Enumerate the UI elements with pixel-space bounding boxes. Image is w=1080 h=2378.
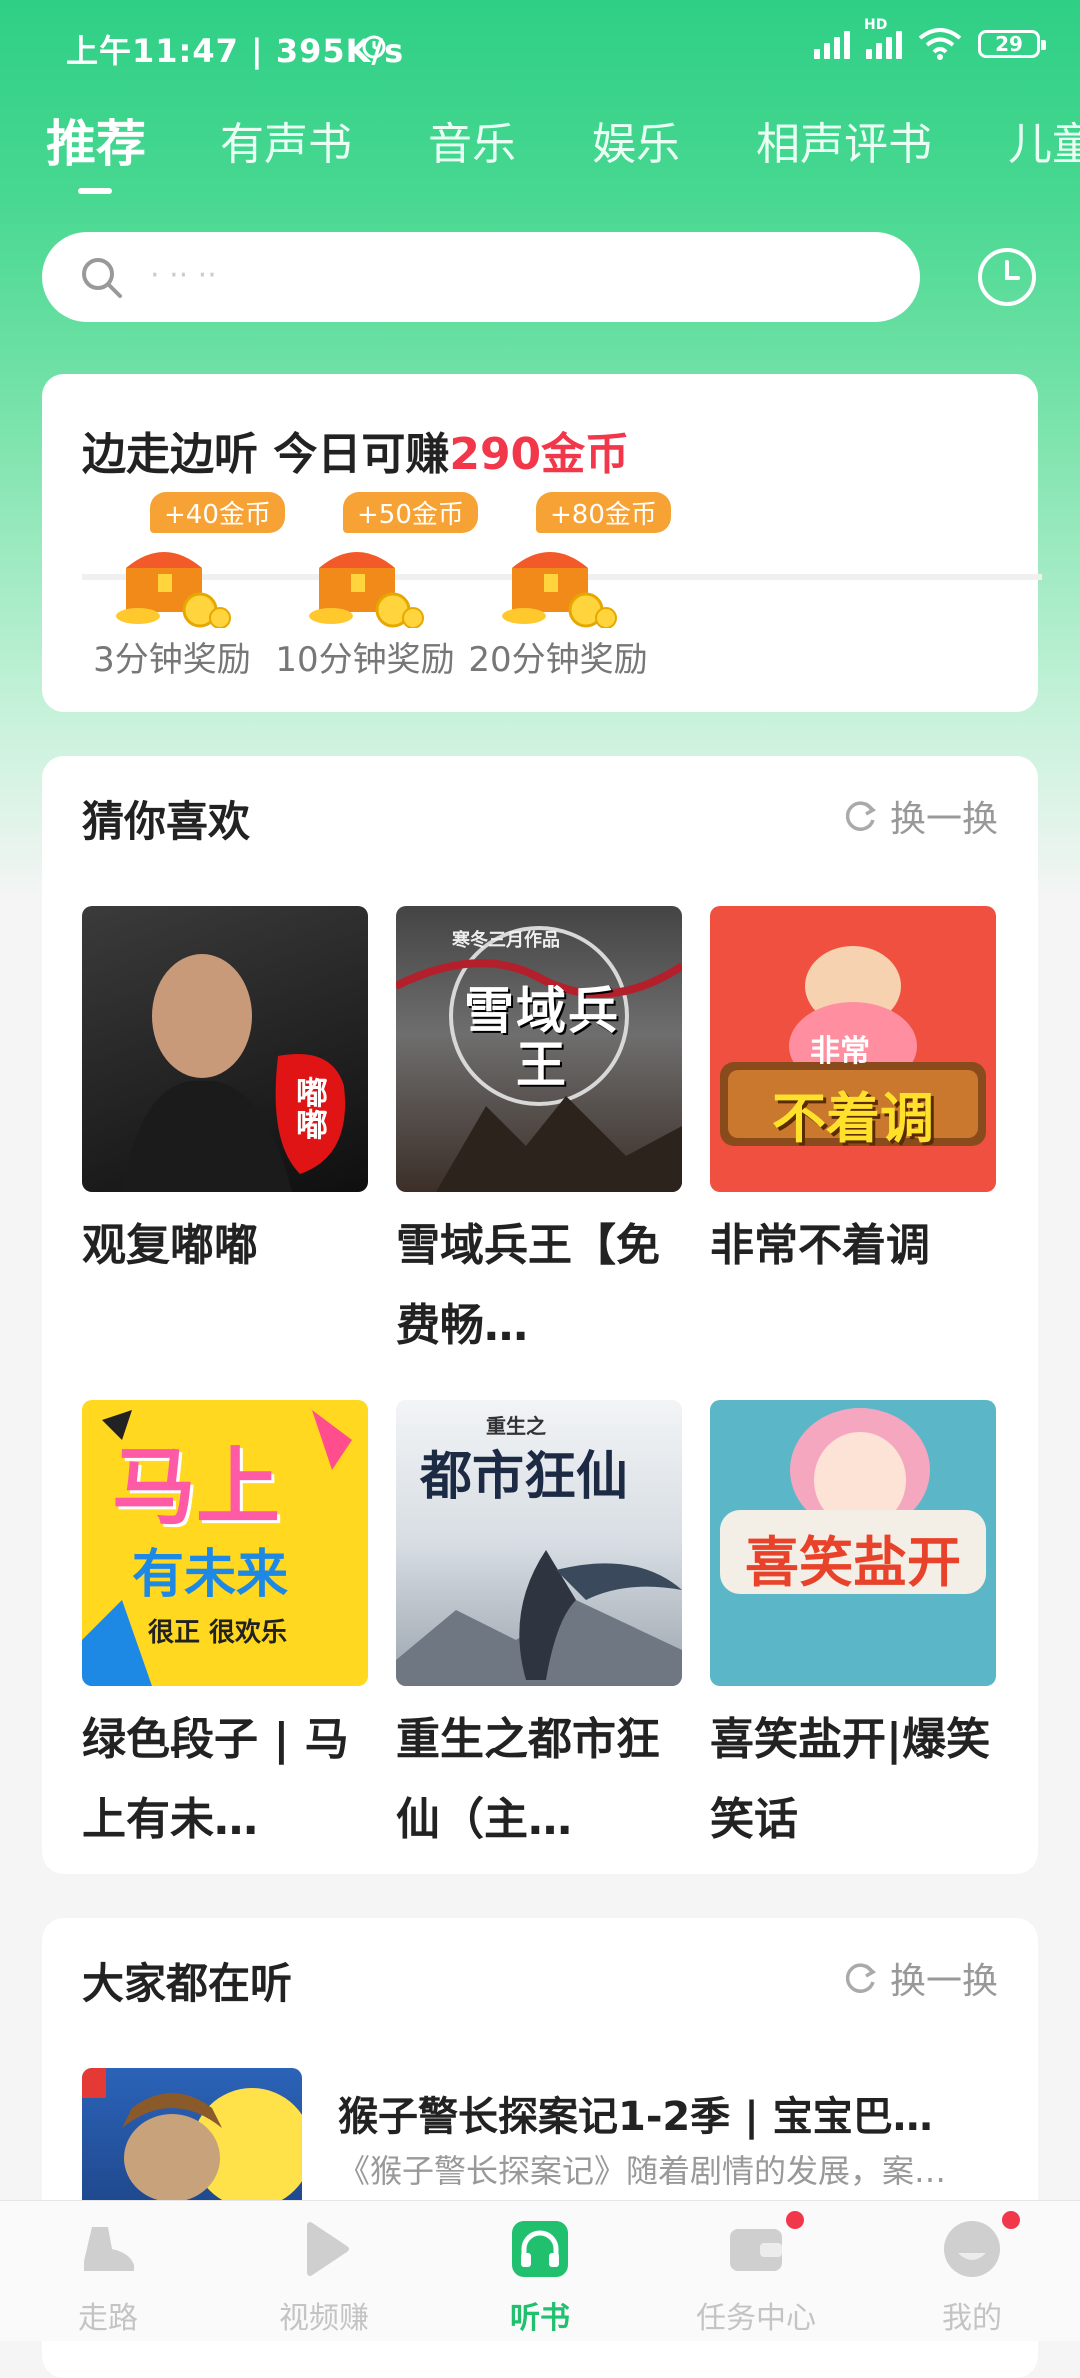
nav-listen-books[interactable]: 听书 — [450, 2201, 630, 2341]
nav-label: 视频赚 — [279, 2301, 369, 2336]
book-cover: 嘟嘟 — [82, 906, 368, 1192]
reward-milestone-label: 3分钟奖励 — [93, 640, 251, 680]
shoe-icon — [84, 2227, 134, 2271]
book-card[interactable]: 重生之 都市狂仙 重生之都市狂仙（主… — [396, 1400, 682, 1860]
book-title: 观复嘟嘟 — [82, 1220, 258, 1271]
guess-you-like-section: 猜你喜欢 换一换 嘟嘟 观复嘟嘟 寒冬三月作品 雪域兵王 雪域兵王【免费畅… 非… — [42, 756, 1038, 1874]
listen-reward-card[interactable]: 边走边听 今日可赚290金币 +40金币 3分钟奖励 +50金币 10分钟奖励 … — [42, 374, 1042, 712]
nav-label: 听书 — [510, 2301, 570, 2336]
refresh-button[interactable]: 换一换 — [840, 790, 998, 842]
nav-walk[interactable]: 走路 — [18, 2201, 198, 2341]
nav-video-earn[interactable]: 视频赚 — [234, 2201, 414, 2341]
history-clock-icon[interactable] — [976, 246, 1038, 308]
cover-tagline: 很正 很欢乐 — [148, 1618, 288, 1648]
status-bar: 上午11:47 | 395K/s HD 29 — [0, 0, 1080, 96]
wallet-icon — [730, 2229, 782, 2271]
coin-badge: +50金币 — [343, 492, 478, 533]
reward-milestone-label: 20分钟奖励 — [468, 640, 648, 680]
nav-task-center[interactable]: 任务中心 — [666, 2201, 846, 2341]
tab-music[interactable]: 音乐 — [428, 108, 516, 172]
cover-text: 都市狂仙 — [420, 1447, 629, 1507]
treasure-chest-icon — [116, 552, 231, 628]
status-icons: HD 29 — [814, 17, 1046, 60]
refresh-label: 换一换 — [889, 799, 998, 840]
coin-badge: +80金币 — [536, 492, 671, 533]
profile-icon — [944, 2221, 1000, 2277]
book-card[interactable]: 非常 不着调 非常不着调 — [710, 906, 996, 1286]
notification-dot — [1002, 2211, 1020, 2229]
treasure-chest-icon — [502, 552, 617, 628]
search-input[interactable]: · ·· ·· — [42, 232, 920, 322]
book-title: 喜笑盐开|爆笑笑话 — [710, 1714, 991, 1845]
active-tab-indicator — [78, 188, 112, 194]
book-title: 重生之都市狂仙（主… — [396, 1714, 660, 1845]
book-card[interactable]: 嘟嘟 观复嘟嘟 — [82, 906, 368, 1286]
battery-level: 29 — [995, 32, 1023, 56]
search-icon — [82, 258, 122, 298]
cover-text: 喜笑盐开 — [745, 1531, 961, 1594]
category-tabs: 推荐 有声书 音乐 娱乐 相声评书 儿童 — [0, 100, 1080, 210]
list-item-title: 猴子警长探案记1-2季 | 宝宝巴… — [338, 2094, 933, 2140]
book-title: 绿色段子 | 马上有未… — [82, 1714, 349, 1845]
signal-icon — [814, 29, 850, 59]
status-time: 上午11:47 | 395K/s — [66, 32, 405, 70]
refresh-button[interactable]: 换一换 — [840, 1952, 998, 2004]
reward-title-text: 边走边听 今日可赚 — [82, 429, 450, 480]
tab-audiobook[interactable]: 有声书 — [220, 108, 352, 172]
refresh-icon — [845, 1963, 877, 1993]
nav-label: 我的 — [942, 2301, 1002, 2336]
battery-icon: 29 — [978, 30, 1046, 58]
cover-subtext: 有未来 — [132, 1545, 289, 1605]
cover-subtext: 寒冬三月作品 — [452, 930, 560, 951]
book-card[interactable]: 马上 有未来 很正 很欢乐 绿色段子 | 马上有未… — [82, 1400, 368, 1860]
alarm-icon — [362, 35, 386, 59]
cover-text: 马上 — [112, 1438, 281, 1536]
book-title: 非常不着调 — [710, 1220, 930, 1271]
section-title: 大家都在听 — [82, 1959, 293, 2008]
refresh-icon — [845, 801, 877, 831]
hd-label: HD — [864, 17, 888, 33]
cover-subtext: 非常 — [810, 1034, 870, 1069]
headphones-icon — [512, 2221, 568, 2277]
treasure-chest-icon — [309, 552, 424, 628]
notification-dot — [786, 2211, 804, 2229]
book-cover: 马上 有未来 很正 很欢乐 — [82, 1400, 368, 1686]
book-card[interactable]: 喜笑盐开 喜笑盐开|爆笑笑话 — [710, 1400, 996, 1860]
book-title: 雪域兵王【免费畅… — [396, 1220, 660, 1351]
tab-entertainment[interactable]: 娱乐 — [592, 108, 680, 172]
nav-label: 任务中心 — [696, 2301, 816, 2336]
cover-text: 雪域兵王 — [464, 982, 620, 1094]
nav-label: 走路 — [78, 2301, 138, 2336]
refresh-label: 换一换 — [889, 1961, 998, 2002]
tab-children[interactable]: 儿童 — [1008, 108, 1080, 172]
book-card[interactable]: 寒冬三月作品 雪域兵王 雪域兵王【免费畅… — [396, 906, 682, 1366]
tab-recommend[interactable]: 推荐 — [46, 104, 146, 176]
wifi-icon — [918, 28, 962, 60]
reward-amount: 290金币 — [449, 429, 630, 480]
book-cover: 非常 不着调 — [710, 906, 996, 1192]
signal-hd-icon: HD — [864, 17, 902, 59]
tab-crosstalk[interactable]: 相声评书 — [756, 108, 932, 172]
book-cover: 寒冬三月作品 雪域兵王 — [396, 906, 682, 1192]
reward-milestone-label: 10分钟奖励 — [275, 640, 455, 680]
coin-badge: +40金币 — [150, 492, 285, 533]
nav-profile[interactable]: 我的 — [882, 2201, 1062, 2341]
bottom-navigation: 走路 视频赚 听书 任务中心 我的 — [0, 2200, 1080, 2341]
play-icon — [307, 2222, 349, 2276]
book-cover: 重生之 都市狂仙 — [396, 1400, 682, 1686]
book-cover: 喜笑盐开 — [710, 1400, 996, 1686]
cover-text: 不着调 — [772, 1087, 934, 1150]
search-placeholder: · ·· ·· — [150, 258, 217, 293]
list-item-description: 《猴子警长探案记》随着剧情的发展，案… — [338, 2152, 947, 2190]
cover-text: 嘟嘟 — [291, 1076, 329, 1140]
reward-title: 边走边听 今日可赚290金币 — [82, 418, 629, 482]
section-title: 猜你喜欢 — [82, 797, 251, 846]
